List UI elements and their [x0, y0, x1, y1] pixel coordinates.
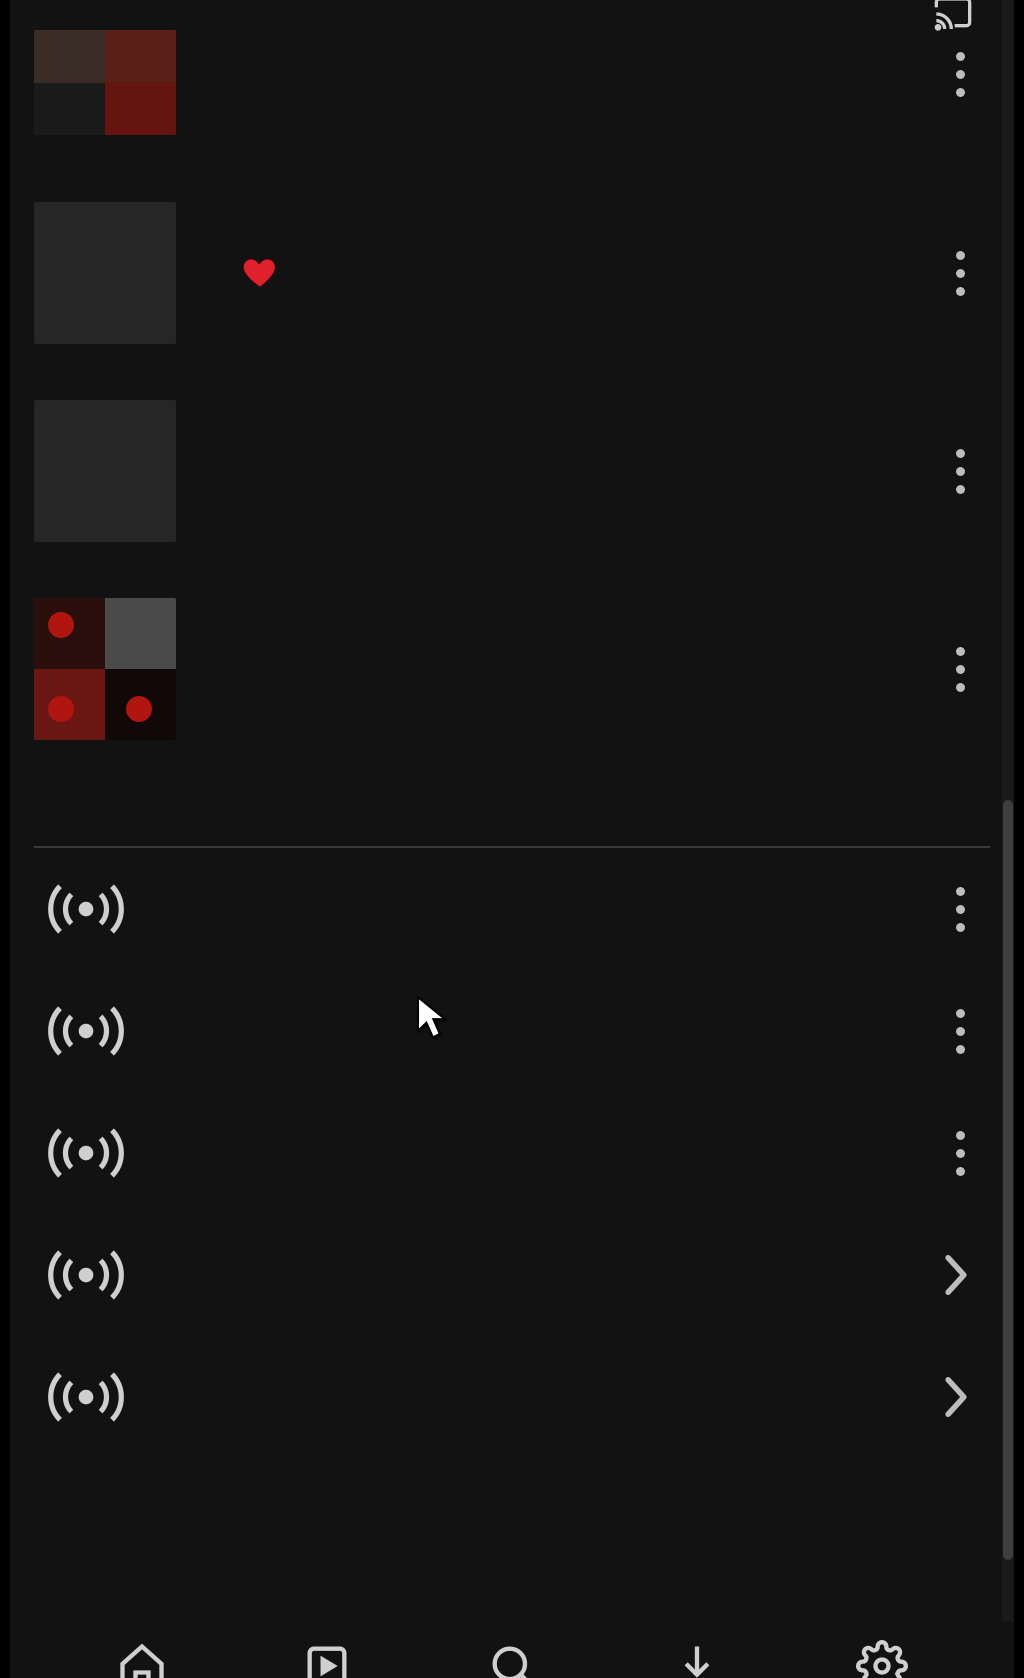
nav-home[interactable]: [107, 1648, 177, 1678]
nav-download[interactable]: [662, 1648, 732, 1678]
library-item-recently-played[interactable]: [34, 570, 990, 768]
chevron-right-icon: [932, 1375, 980, 1419]
station-random-album-radio[interactable]: [34, 1092, 990, 1214]
radio-icon: [44, 1371, 128, 1423]
scrollbar-thumb[interactable]: [1003, 800, 1013, 1560]
album-art-blank: [34, 202, 176, 344]
content-scroll[interactable]: [10, 34, 1014, 1622]
station-library-radio[interactable]: [34, 848, 990, 970]
more-button[interactable]: [936, 233, 984, 313]
station-time-travel-radio[interactable]: [34, 970, 990, 1092]
library-item-fresh[interactable]: [34, 174, 990, 372]
album-art-mosaic: [34, 30, 176, 135]
more-button[interactable]: [936, 869, 984, 949]
more-vertical-icon: [956, 251, 965, 296]
scrollbar-track[interactable]: [1002, 0, 1014, 1678]
library-item-title: [222, 16, 890, 52]
more-vertical-icon: [956, 1009, 965, 1054]
nav-library[interactable]: [292, 1648, 362, 1678]
more-vertical-icon: [956, 887, 965, 932]
more-button[interactable]: [936, 1113, 984, 1193]
section-header-stations: [34, 824, 990, 848]
library-item-title: [222, 255, 890, 291]
station-style-radio[interactable]: [34, 1214, 990, 1336]
nav-settings[interactable]: [847, 1648, 917, 1678]
library-item-recently-added[interactable]: [34, 372, 990, 570]
library-item-text: [222, 255, 890, 291]
more-vertical-icon: [956, 52, 965, 97]
radio-icon: [44, 1127, 128, 1179]
app-screen: [10, 0, 1014, 1678]
app-frame: [0, 0, 1024, 1678]
library-item-text: [222, 667, 890, 671]
more-vertical-icon: [956, 449, 965, 494]
heart-icon: [240, 255, 280, 291]
station-mood-radio[interactable]: [34, 1336, 990, 1458]
more-vertical-icon: [956, 647, 965, 692]
more-button[interactable]: [936, 34, 984, 114]
nav-search[interactable]: [477, 1648, 547, 1678]
library-item-all-music[interactable]: [34, 34, 990, 174]
more-button[interactable]: [936, 629, 984, 709]
album-art-blank: [34, 400, 176, 542]
radio-icon: [44, 1005, 128, 1057]
album-art-mosaic: [34, 598, 176, 740]
radio-icon: [44, 1249, 128, 1301]
radio-icon: [44, 883, 128, 935]
more-button[interactable]: [936, 991, 984, 1071]
chevron-right-icon: [932, 1253, 980, 1297]
library-item-text: [222, 34, 890, 74]
bottom-nav: [10, 1622, 1014, 1678]
cast-icon[interactable]: [930, 0, 976, 34]
more-button[interactable]: [936, 431, 984, 511]
more-vertical-icon: [956, 1131, 965, 1176]
